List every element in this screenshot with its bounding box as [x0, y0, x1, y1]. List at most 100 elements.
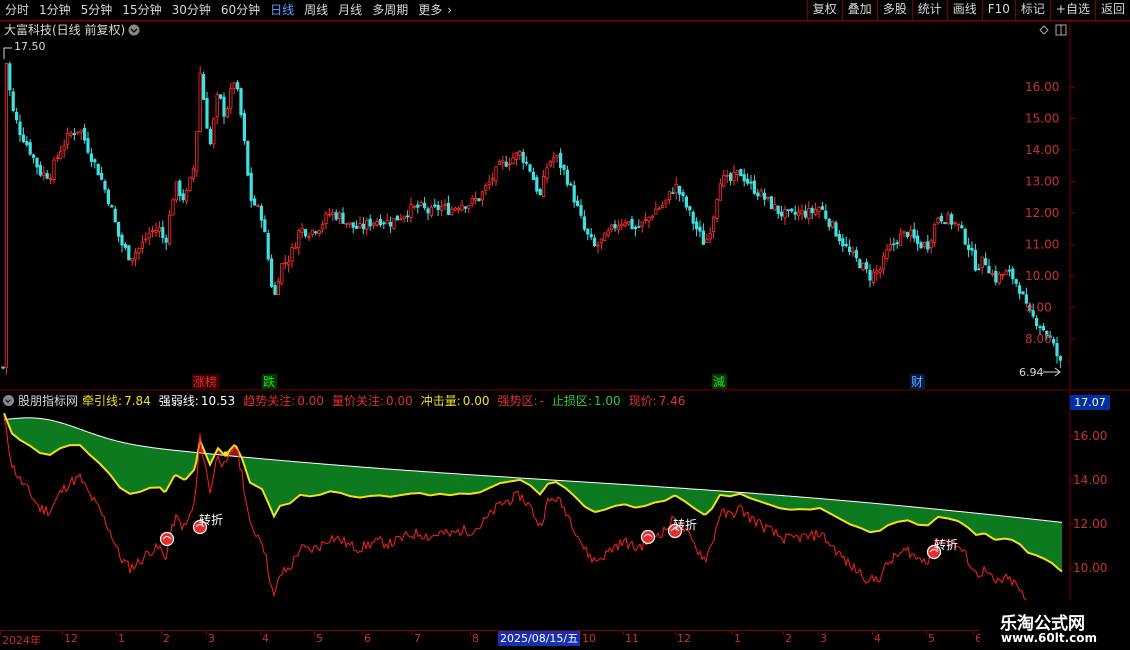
- stock-title: 大富科技(日线 前复权): [4, 22, 125, 37]
- ribbon-fill: [20, 417, 22, 442]
- date-tick: [623, 631, 624, 635]
- candle-body: [256, 205, 260, 207]
- candle-body: [137, 247, 141, 254]
- ribbon-fill: [64, 423, 66, 448]
- ribbon-fill: [72, 426, 74, 446]
- date-tick: [62, 631, 63, 635]
- period-tab-9[interactable]: 多周期: [367, 0, 413, 20]
- period-tab-3[interactable]: 15分钟: [117, 0, 166, 20]
- candle-body: [208, 128, 212, 145]
- candle-body: [997, 273, 1001, 284]
- chevron-right-icon[interactable]: ›: [447, 0, 457, 20]
- candle-body: [814, 209, 818, 215]
- candle-body: [25, 141, 29, 146]
- period-tab-10[interactable]: 更多: [413, 0, 447, 20]
- ribbon-fill: [288, 461, 290, 504]
- period-tab-1[interactable]: 1分钟: [34, 0, 76, 20]
- period-tab-4[interactable]: 30分钟: [167, 0, 216, 20]
- tool-button-3[interactable]: 统计: [911, 0, 947, 20]
- candle-body: [246, 140, 250, 176]
- ribbon-fill: [378, 468, 380, 496]
- indicator-field-label: 强弱线:: [158, 393, 199, 408]
- candle-body: [752, 180, 757, 194]
- date-tick: [818, 631, 819, 635]
- tool-button-1[interactable]: 叠加: [841, 0, 877, 20]
- diamond-icon[interactable]: [1039, 25, 1049, 35]
- ribbon-fill: [312, 463, 314, 497]
- ribbon-fill: [596, 482, 598, 512]
- candle-body: [640, 221, 644, 227]
- ribbon-fill: [974, 512, 976, 535]
- ribbon-fill: [840, 500, 842, 520]
- chart-area[interactable]: 大富科技(日线 前复权) 17.50 6.94 16.0015.0014.001…: [0, 21, 1130, 630]
- ribbon-fill: [806, 497, 808, 510]
- tool-button-6[interactable]: 标记: [1014, 0, 1050, 20]
- indicator-tick-label: 14.00: [1073, 473, 1107, 487]
- candle-body: [191, 168, 195, 179]
- ribbon-fill: [702, 489, 704, 515]
- ribbon-fill: [912, 506, 914, 523]
- candle-body: [181, 193, 185, 201]
- candle-body: [361, 223, 366, 230]
- ribbon-fill: [178, 450, 180, 478]
- candle-body: [38, 164, 43, 176]
- ribbon-fill: [348, 465, 350, 497]
- candle-body: [783, 209, 787, 219]
- signal-label: 转折: [934, 537, 958, 552]
- tool-button-2[interactable]: 多股: [876, 0, 912, 20]
- ribbon-fill: [340, 465, 342, 494]
- ribbon-fill: [88, 432, 90, 456]
- candle-body: [885, 249, 889, 259]
- ribbon-fill: [52, 420, 54, 454]
- candle-body: [433, 204, 437, 207]
- ribbon-fill: [316, 463, 318, 496]
- ribbon-fill: [924, 507, 926, 526]
- event-badge[interactable]: 涨榜: [193, 374, 217, 389]
- ribbon-fill: [708, 490, 710, 513]
- candle-body: [671, 192, 675, 195]
- candle-body: [113, 208, 117, 223]
- period-tab-0[interactable]: 分时: [0, 0, 34, 20]
- event-badge[interactable]: 财: [911, 375, 923, 389]
- ribbon-fill: [890, 504, 892, 525]
- tool-button-8[interactable]: 返回: [1094, 0, 1130, 20]
- tool-button-0[interactable]: 复权: [806, 0, 842, 20]
- period-tab-2[interactable]: 5分钟: [76, 0, 118, 20]
- ribbon-fill: [1030, 518, 1032, 554]
- ribbon-fill: [36, 418, 38, 452]
- ribbon-fill: [980, 513, 982, 535]
- candle-body: [409, 204, 413, 218]
- event-badge[interactable]: 跌: [263, 374, 275, 389]
- event-badge[interactable]: 減: [713, 374, 725, 389]
- ribbon-fill: [430, 472, 432, 496]
- tool-button-5[interactable]: F10: [981, 0, 1015, 20]
- ribbon-fill: [838, 500, 840, 519]
- ribbon-fill: [834, 499, 836, 517]
- period-tab-7[interactable]: 周线: [299, 0, 333, 20]
- tool-button-7[interactable]: +自选: [1049, 0, 1095, 20]
- candle-body: [218, 94, 223, 99]
- candle-body: [698, 226, 702, 232]
- tool-button-4[interactable]: 画线: [946, 0, 982, 20]
- candle-body: [133, 252, 138, 260]
- candle-body: [205, 98, 209, 129]
- price-tick-label: 8.00: [1025, 332, 1052, 346]
- candle-body: [222, 96, 226, 117]
- period-tab-6[interactable]: 日线: [265, 0, 299, 20]
- period-tab-5[interactable]: 60分钟: [216, 0, 265, 20]
- ribbon-fill: [48, 419, 50, 455]
- candle-body: [637, 226, 641, 228]
- period-tab-8[interactable]: 月线: [333, 0, 367, 20]
- date-label: 1: [734, 632, 741, 645]
- ribbon-fill: [152, 447, 154, 488]
- candle-body: [919, 242, 923, 249]
- candle-body: [446, 202, 451, 215]
- candle-body: [76, 131, 80, 134]
- indicator-menu-icon[interactable]: [3, 394, 14, 406]
- ribbon-fill: [622, 484, 624, 505]
- title-menu-icon[interactable]: [128, 24, 140, 36]
- candle-body: [174, 181, 178, 201]
- candle-body: [59, 150, 63, 159]
- ribbon-fill: [462, 474, 464, 494]
- ribbon-fill: [304, 462, 306, 496]
